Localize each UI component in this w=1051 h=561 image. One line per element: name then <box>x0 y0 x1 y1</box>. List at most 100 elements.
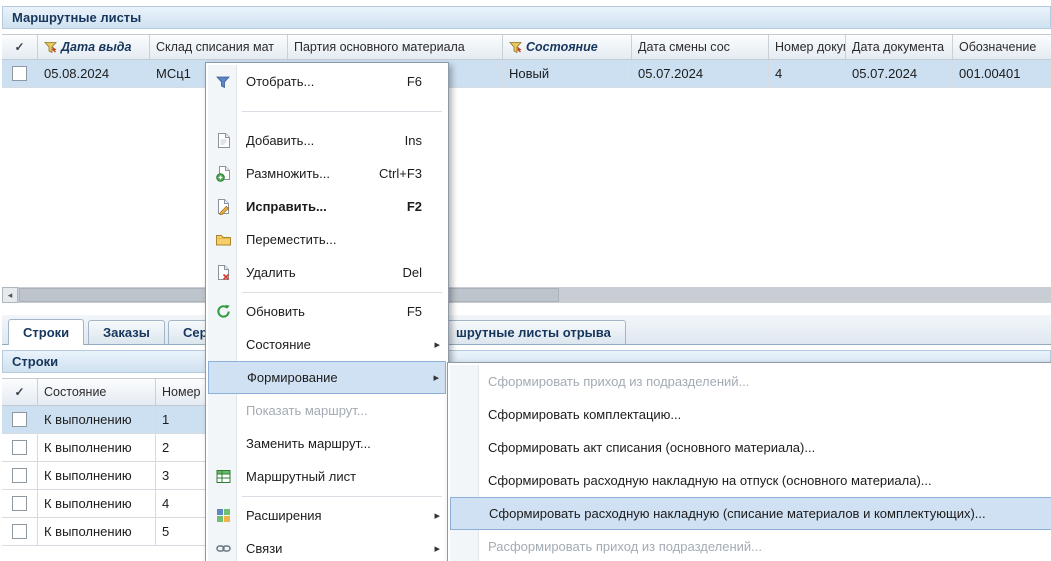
menu-item-shortcut: F6 <box>407 74 422 89</box>
edit-document-icon <box>213 199 233 215</box>
submenu-item-rashodnaya-na-otpusk[interactable]: Сформировать расходную накладную на отпу… <box>450 464 1051 497</box>
submenu-item-label: Сформировать расходную накладную на отпу… <box>488 473 932 488</box>
row-checkbox[interactable] <box>12 66 27 81</box>
tab-label: шрутные листы отрыва <box>456 325 611 340</box>
submenu-item-label: Сформировать комплектацию... <box>488 407 681 422</box>
column-header-designation[interactable]: Обозначение <box>953 35 1051 59</box>
submenu-item-label: Сформировать приход из подразделений... <box>488 374 749 389</box>
cell-date-issued: 05.08.2024 <box>38 60 150 87</box>
menu-item-obnovit[interactable]: Обновить F5 <box>208 295 446 328</box>
select-all-column-header[interactable]: ✓ <box>2 35 38 59</box>
row-checkbox[interactable] <box>12 524 27 539</box>
row-check-cell <box>2 490 38 517</box>
menu-item-label: Обновить <box>246 304 305 319</box>
menu-item-label: Маршрутный лист <box>246 469 356 484</box>
row-check-cell <box>2 462 38 489</box>
menu-item-shortcut: Ctrl+F3 <box>379 166 422 181</box>
menu-item-svyazi[interactable]: Связи ▸ <box>208 532 446 561</box>
column-header-date-issued[interactable]: Дата выда <box>38 35 150 59</box>
menu-item-label: Переместить... <box>246 232 336 247</box>
refresh-icon <box>213 304 233 319</box>
tab-label: Строки <box>23 325 69 340</box>
menu-item-peremestit[interactable]: Переместить... <box>208 223 446 256</box>
menu-item-marshrutny-list[interactable]: Маршрутный лист <box>208 460 446 493</box>
row-checkbox[interactable] <box>12 496 27 511</box>
column-header-batch[interactable]: Партия основного материала <box>288 35 503 59</box>
menu-item-label: Показать маршрут... <box>246 403 368 418</box>
row-check-cell <box>2 60 38 87</box>
column-header-doc-number[interactable]: Номер докум <box>769 35 846 59</box>
scroll-left-button[interactable]: ◂ <box>2 287 18 303</box>
delete-document-icon <box>213 265 233 281</box>
horizontal-scrollbar[interactable]: ◂ <box>2 287 1051 303</box>
submenu-item-komplektaciya[interactable]: Сформировать комплектацию... <box>450 398 1051 431</box>
check-column-icon: ✓ <box>14 40 24 54</box>
column-header-warehouse[interactable]: Склад списания мат <box>150 35 288 59</box>
menu-item-zamenit-marshrut[interactable]: Заменить маршрут... <box>208 427 446 460</box>
routes-grid-header: ✓ Дата выда Склад списания мат Партия ос… <box>2 34 1051 60</box>
menu-item-razmnozhit[interactable]: Размножить... Ctrl+F3 <box>208 157 446 190</box>
tab-stroki[interactable]: Строки <box>8 319 84 345</box>
move-folder-icon <box>213 233 233 246</box>
row-checkbox[interactable] <box>12 412 27 427</box>
cell-designation: 001.00401 <box>953 60 1051 87</box>
menu-item-sostoyanie[interactable]: Состояние ▸ <box>208 328 446 361</box>
select-all-column-header[interactable]: ✓ <box>2 379 38 405</box>
cell-state: Новый <box>503 60 632 87</box>
submenu-arrow-icon: ▸ <box>434 542 440 555</box>
submenu-item-label: Сформировать расходную накладную (списан… <box>489 506 986 521</box>
tab-label: Сер <box>183 325 208 340</box>
menu-item-label: Добавить... <box>246 133 314 148</box>
duplicate-document-icon <box>213 166 233 182</box>
menu-item-otobrat[interactable]: Отобрать... F6 <box>208 65 446 98</box>
submenu-item-rasformirovat-prihod: Расформировать приход из подразделений..… <box>450 530 1051 561</box>
scroll-left-icon: ◂ <box>8 290 13 301</box>
column-label: Дата выда <box>61 40 131 54</box>
menu-item-label: Исправить... <box>246 199 327 214</box>
tab-zakazy[interactable]: Заказы <box>88 320 165 344</box>
menu-item-shortcut: F5 <box>407 304 422 319</box>
menu-item-rasshireniya[interactable]: Расширения ▸ <box>208 499 446 532</box>
submenu-item-rashodnaya-spisanie-materialov[interactable]: Сформировать расходную накладную (списан… <box>450 497 1051 530</box>
row-check-cell <box>2 518 38 545</box>
column-header-doc-date[interactable]: Дата документа <box>846 35 953 59</box>
submenu-arrow-icon: ▸ <box>434 509 440 522</box>
routes-panel-header: Маршрутные листы <box>2 6 1051 29</box>
column-header-state[interactable]: Состояние <box>38 379 156 405</box>
menu-item-formirovanie[interactable]: Формирование ▸ <box>208 361 446 394</box>
menu-item-label: Заменить маршрут... <box>246 436 371 451</box>
menu-item-label: Формирование <box>247 370 338 385</box>
menu-item-udalit[interactable]: Удалить Del <box>208 256 446 289</box>
column-header-state[interactable]: Состояние <box>503 35 632 59</box>
new-document-icon <box>213 133 233 148</box>
row-checkbox[interactable] <box>12 440 27 455</box>
submenu-arrow-icon: ▸ <box>434 338 440 351</box>
menu-item-label: Отобрать... <box>246 74 314 89</box>
check-column-icon: ✓ <box>14 385 24 399</box>
menu-item-ispravit[interactable]: Исправить... F2 <box>208 190 446 223</box>
menu-item-label: Состояние <box>246 337 311 352</box>
submenu-item-akt-spisaniya[interactable]: Сформировать акт списания (основного мат… <box>450 431 1051 464</box>
cell-state: К выполнению <box>38 434 156 461</box>
cell-state: К выполнению <box>38 490 156 517</box>
filter-sort-icon <box>44 41 57 54</box>
submenu-arrow-icon: ▸ <box>433 371 439 384</box>
menu-item-label: Расширения <box>246 508 322 523</box>
routes-panel-title: Маршрутные листы <box>12 10 141 25</box>
menu-item-label: Связи <box>246 541 282 556</box>
tab-marshrutnye-listy-otryva[interactable]: шрутные листы отрыва <box>441 320 626 344</box>
menu-item-label: Размножить... <box>246 166 330 181</box>
menu-item-shortcut: F2 <box>407 199 422 214</box>
menu-item-dobavit[interactable]: Добавить... Ins <box>208 124 446 157</box>
column-header-state-change-date[interactable]: Дата смены сос <box>632 35 769 59</box>
row-check-cell <box>2 406 38 433</box>
menu-item-shortcut: Ins <box>405 133 422 148</box>
spreadsheet-icon <box>213 469 233 484</box>
menu-item-pokazat-marshrut: Показать маршрут... <box>208 394 446 427</box>
cell-state: К выполнению <box>38 518 156 545</box>
route-row[interactable]: 05.08.2024 МСц1 Новый 05.07.2024 4 05.07… <box>2 60 1051 88</box>
row-checkbox[interactable] <box>12 468 27 483</box>
extensions-icon <box>213 508 233 523</box>
menu-item-shortcut: Del <box>402 265 422 280</box>
links-icon <box>213 541 233 556</box>
